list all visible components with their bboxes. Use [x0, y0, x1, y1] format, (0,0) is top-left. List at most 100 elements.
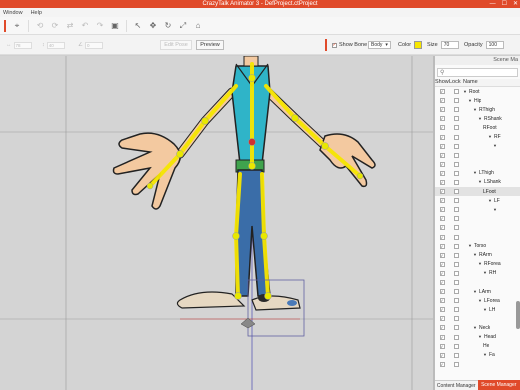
rotate-tool-icon[interactable]: ↻ [162, 20, 174, 32]
show-cell[interactable]: ✓ [435, 125, 449, 131]
lock-cell[interactable] [449, 125, 463, 131]
show-checkbox[interactable]: ✓ [439, 143, 445, 149]
show-cell[interactable]: ✓ [435, 216, 449, 222]
show-cell[interactable]: ✓ [435, 179, 449, 185]
lock-checkbox[interactable] [453, 261, 459, 267]
show-cell[interactable]: ✓ [435, 134, 449, 140]
tree-row[interactable]: ✓ LFoot [435, 187, 520, 197]
lock-cell[interactable] [449, 134, 463, 140]
lock-cell[interactable] [449, 161, 463, 167]
show-checkbox[interactable]: ✓ [439, 243, 445, 249]
show-cell[interactable]: ✓ [435, 225, 449, 231]
show-checkbox[interactable]: ✓ [439, 334, 445, 340]
expand-triangle-icon[interactable]: ▼ [478, 116, 482, 121]
menu-help[interactable]: Help [31, 10, 42, 16]
tree-row[interactable]: ✓ [435, 314, 520, 323]
show-checkbox[interactable]: ✓ [439, 252, 445, 258]
show-checkbox[interactable]: ✓ [439, 125, 445, 131]
lock-checkbox[interactable] [453, 189, 459, 195]
scale-tool-icon[interactable]: ⤢ [177, 20, 189, 32]
bone-color-swatch[interactable] [414, 41, 423, 49]
lock-checkbox[interactable] [453, 234, 459, 240]
expand-triangle-icon[interactable]: ▼ [483, 307, 487, 312]
move-tool-icon[interactable]: ✥ [147, 20, 159, 32]
lock-cell[interactable] [449, 334, 463, 340]
tree-row[interactable]: ✓ [435, 278, 520, 287]
lock-cell[interactable] [449, 89, 463, 95]
lock-checkbox[interactable] [453, 170, 459, 176]
tree-row[interactable]: ✓ [435, 160, 520, 169]
pin-tool-icon[interactable]: ⌂ [192, 20, 204, 32]
show-checkbox[interactable]: ✓ [439, 216, 445, 222]
camera-icon[interactable]: ▣ [109, 20, 121, 32]
show-cell[interactable]: ✓ [435, 252, 449, 258]
expand-triangle-icon[interactable]: ▼ [468, 98, 472, 103]
lock-checkbox[interactable] [453, 225, 459, 231]
tree-row[interactable]: ✓ He [435, 342, 520, 351]
show-checkbox[interactable]: ✓ [439, 161, 445, 167]
expand-triangle-icon[interactable]: ▼ [478, 334, 482, 339]
tree-row[interactable]: ✓ ▼ RForea [435, 260, 520, 269]
expand-triangle-icon[interactable]: ▼ [473, 170, 477, 175]
lock-checkbox[interactable] [453, 352, 459, 358]
lock-cell[interactable] [449, 225, 463, 231]
tab-scene-manager[interactable]: Scene Manager [477, 380, 520, 390]
show-checkbox[interactable]: ✓ [439, 170, 445, 176]
lock-checkbox[interactable] [453, 89, 459, 95]
tree-row[interactable]: ✓ ▼ RShank [435, 114, 520, 123]
lock-cell[interactable] [449, 116, 463, 122]
show-checkbox[interactable]: ✓ [439, 352, 445, 358]
lock-checkbox[interactable] [453, 325, 459, 331]
lock-cell[interactable] [449, 289, 463, 295]
lock-cell[interactable] [449, 361, 463, 367]
show-cell[interactable]: ✓ [435, 343, 449, 349]
arrow-tool-icon[interactable]: ↖ [132, 20, 144, 32]
col-show[interactable]: Show [435, 79, 449, 86]
tree-row[interactable]: ✓ ▼ RH [435, 269, 520, 278]
lock-checkbox[interactable] [453, 289, 459, 295]
lock-cell[interactable] [449, 316, 463, 322]
expand-triangle-icon[interactable]: ▼ [478, 179, 482, 184]
minimize-button[interactable]: — [490, 0, 496, 8]
lock-checkbox[interactable] [453, 125, 459, 131]
lock-checkbox[interactable] [453, 361, 459, 367]
tree-row[interactable]: ✓ [435, 223, 520, 232]
lock-cell[interactable] [449, 325, 463, 331]
show-cell[interactable]: ✓ [435, 289, 449, 295]
lock-cell[interactable] [449, 207, 463, 213]
expand-triangle-icon[interactable]: ▼ [478, 298, 482, 303]
menu-window[interactable]: Window [3, 10, 23, 16]
tree-row[interactable]: ✓ ▼ [435, 142, 520, 151]
show-checkbox[interactable]: ✓ [439, 152, 445, 158]
col-lock[interactable]: Lock [449, 79, 463, 86]
lock-checkbox[interactable] [453, 179, 459, 185]
transform-field-2[interactable]: ↕ 40 [42, 41, 65, 49]
expand-triangle-icon[interactable]: ▼ [483, 352, 487, 357]
lock-cell[interactable] [449, 189, 463, 195]
show-checkbox[interactable]: ✓ [439, 89, 445, 95]
expand-triangle-icon[interactable]: ▼ [473, 107, 477, 112]
bone-mode-dropdown[interactable]: Body ▾ [368, 41, 391, 49]
show-cell[interactable]: ✓ [435, 89, 449, 95]
lock-cell[interactable] [449, 298, 463, 304]
show-cell[interactable]: ✓ [435, 298, 449, 304]
tree-row[interactable]: ✓ ▼ Torso [435, 242, 520, 251]
lock-cell[interactable] [449, 143, 463, 149]
show-cell[interactable]: ✓ [435, 143, 449, 149]
expand-triangle-icon[interactable]: ▼ [493, 143, 497, 148]
expand-triangle-icon[interactable]: ▼ [463, 89, 467, 94]
tree-row[interactable]: ✓ ▼ LArm [435, 287, 520, 296]
lock-cell[interactable] [449, 216, 463, 222]
flip-icon[interactable]: ⇄ [64, 20, 76, 32]
show-bone-toggle[interactable]: ✓ Show Bone [332, 40, 367, 50]
expand-triangle-icon[interactable]: ▼ [473, 252, 477, 257]
lock-checkbox[interactable] [453, 343, 459, 349]
show-checkbox[interactable]: ✓ [439, 270, 445, 276]
edit-pose-button[interactable]: Edit Pose [160, 40, 192, 50]
lock-checkbox[interactable] [453, 98, 459, 104]
lock-checkbox[interactable] [453, 316, 459, 322]
rotate-left-icon[interactable]: ⟲ [34, 20, 46, 32]
lock-checkbox[interactable] [453, 116, 459, 122]
tree-row[interactable]: ✓ ▼ RThigh [435, 105, 520, 114]
show-cell[interactable]: ✓ [435, 361, 449, 367]
